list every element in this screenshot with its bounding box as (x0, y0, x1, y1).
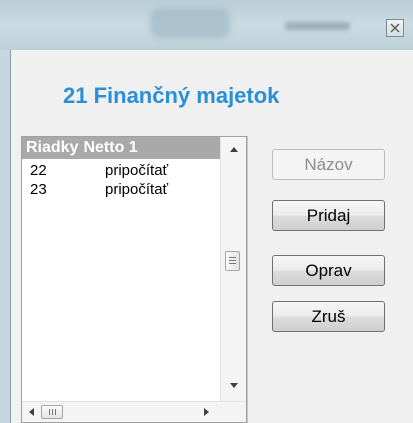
horizontal-scrollbar[interactable] (22, 401, 246, 422)
scroll-left-icon[interactable] (29, 408, 34, 416)
horizontal-scroll-thumb[interactable] (41, 405, 63, 419)
row-id: 23 (30, 181, 47, 198)
close-icon (390, 23, 400, 33)
row-id: 22 (30, 162, 47, 179)
scroll-down-icon[interactable] (230, 383, 238, 388)
list-item[interactable]: 23 pripočítať (22, 181, 220, 201)
list-item[interactable]: 22 pripočítať (22, 162, 220, 182)
panel-divider (247, 136, 248, 423)
rows-list[interactable]: Riadky Netto 1 22 pripočítať 23 pripočíta… (21, 136, 247, 423)
vertical-scroll-thumb[interactable] (225, 251, 240, 271)
blurred-title-area (150, 8, 230, 38)
edit-button[interactable]: Oprav (272, 255, 385, 286)
vertical-scrollbar[interactable] (220, 137, 246, 401)
blurred-value-area (285, 22, 350, 30)
row-action: pripočítať (105, 181, 169, 198)
delete-button[interactable]: Zruš (272, 301, 385, 332)
column-header-rows: Riadky (26, 139, 79, 156)
name-button[interactable]: Názov (272, 149, 385, 180)
close-button[interactable] (386, 19, 404, 37)
column-header-netto: Netto 1 (83, 139, 138, 156)
window-left-border (0, 50, 10, 423)
scroll-right-icon[interactable] (204, 408, 209, 416)
row-action: pripočítať (105, 162, 169, 179)
page-title: 21 Finančný majetok (63, 83, 280, 108)
add-button[interactable]: Pridaj (272, 200, 385, 231)
window-titlebar (0, 0, 413, 50)
list-header: Riadky Netto 1 (22, 137, 220, 159)
scroll-up-icon[interactable] (230, 147, 238, 152)
